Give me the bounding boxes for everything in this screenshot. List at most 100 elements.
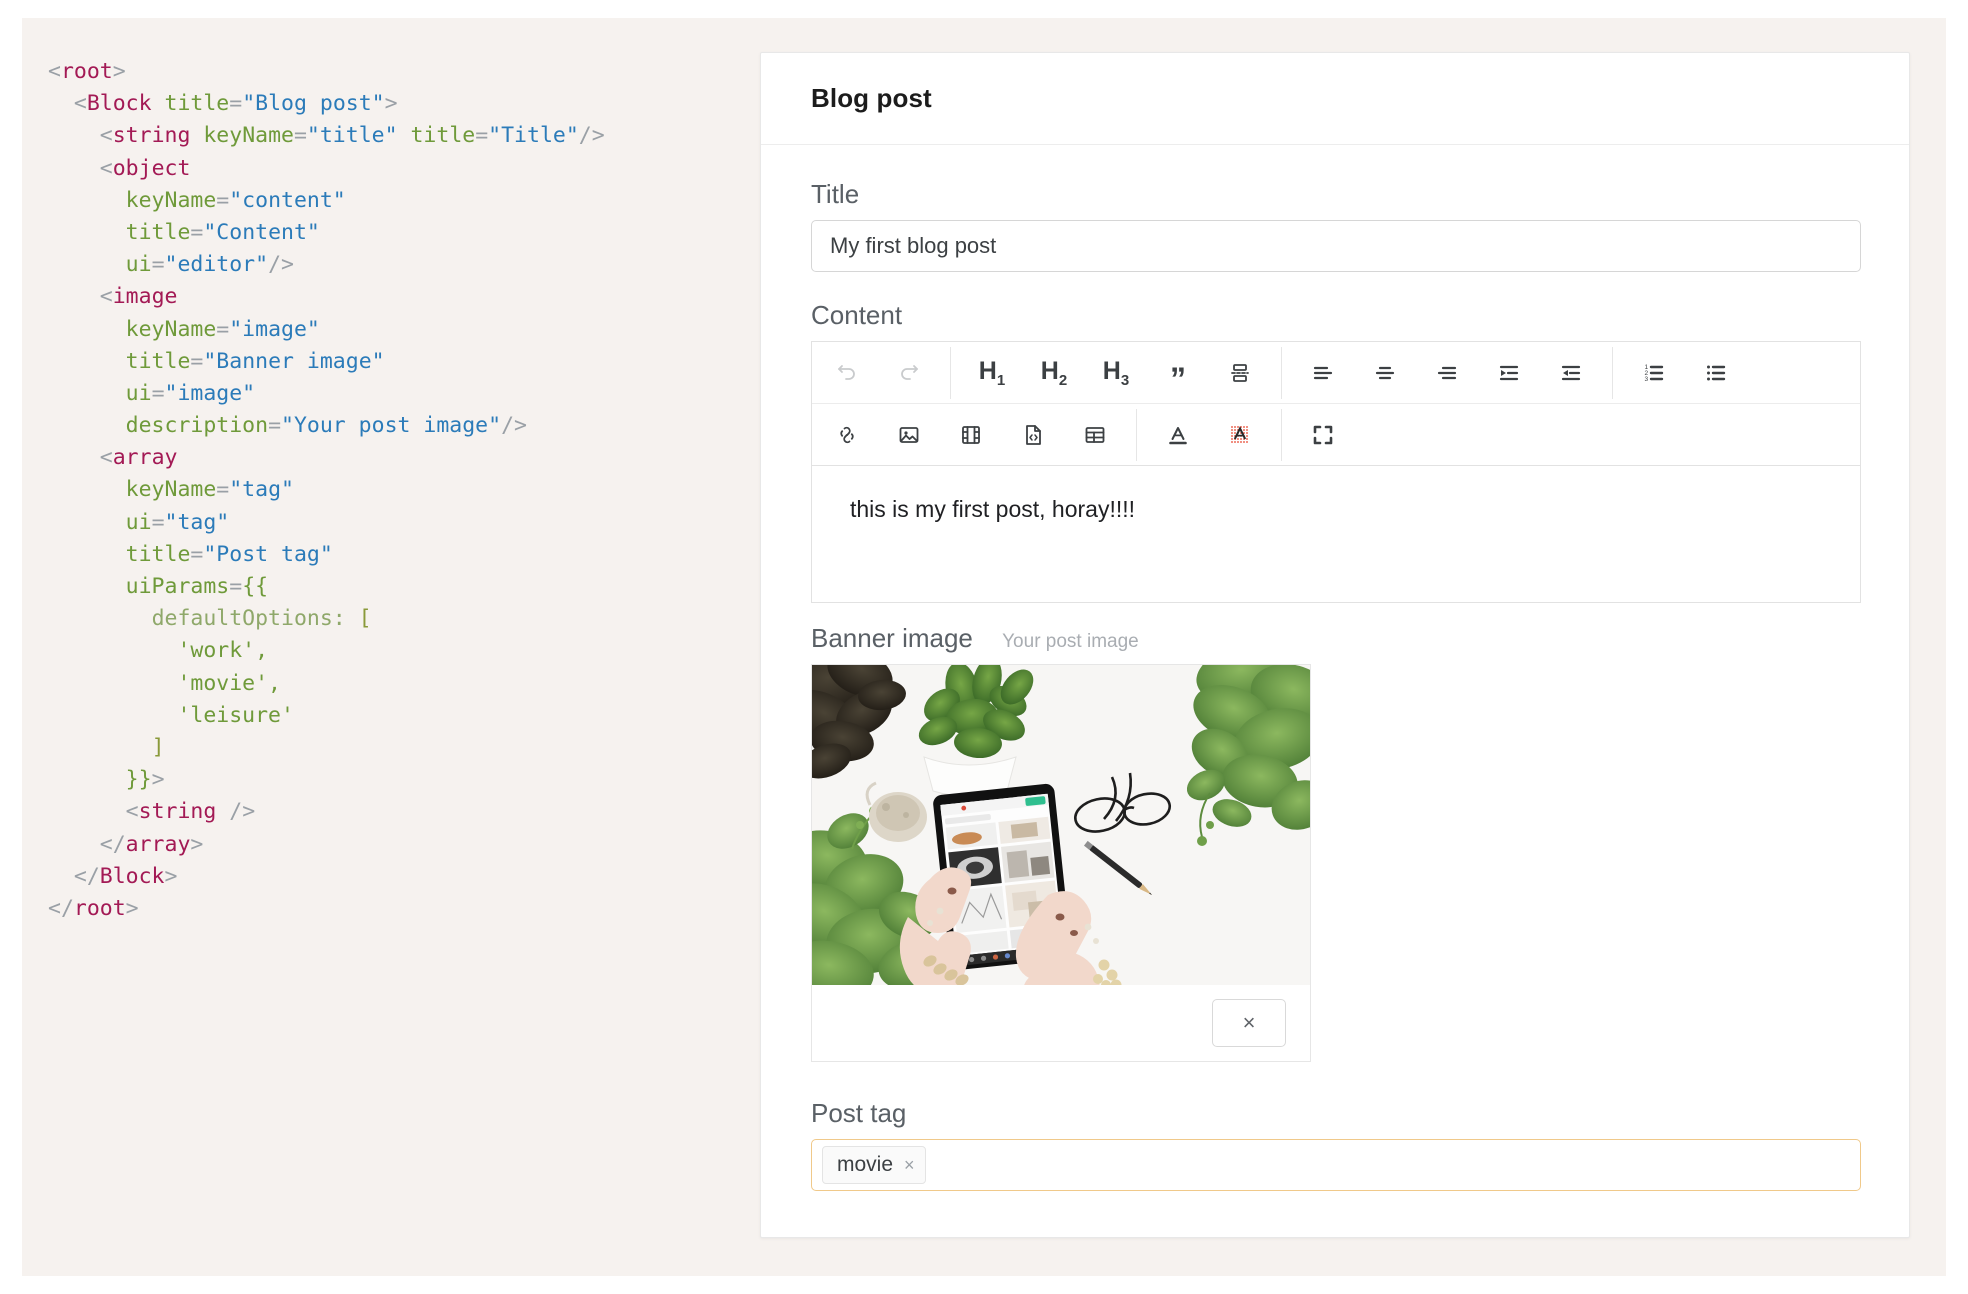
undo-icon[interactable] (816, 347, 878, 399)
blockquote-icon[interactable]: ” (1147, 347, 1209, 399)
heading-1-icon[interactable]: H1 (961, 347, 1023, 399)
code-token-punc: = (229, 574, 243, 599)
text-color-icon[interactable] (1147, 409, 1209, 461)
image-field-description: Your post image (1002, 631, 1139, 652)
code-line: ui="editor"/> (48, 249, 738, 281)
align-center-icon[interactable] (1354, 347, 1416, 399)
code-line: <array (48, 442, 738, 474)
bullet-list-icon[interactable] (1685, 347, 1747, 399)
image-actions: × (812, 985, 1310, 1061)
code-token-punc: > (125, 895, 139, 921)
code-token-punc: = (268, 413, 282, 439)
code-token-punc: < (73, 91, 87, 117)
code-token-str: "image" (164, 380, 256, 406)
image-preview-thumbnail[interactable] (812, 665, 1310, 985)
code-token-tag: array (112, 445, 178, 471)
code-token-str: "Your post image" (281, 413, 502, 439)
video-icon[interactable] (940, 409, 1002, 461)
app-background: <root> <Block title="Blog post"> <string… (22, 18, 1946, 1276)
heading-3-icon[interactable]: H3 (1085, 347, 1147, 399)
toolbar-separator (1281, 408, 1282, 461)
code-line: defaultOptions: [ (48, 603, 738, 635)
code-token-key: defaultOptions: (151, 606, 359, 632)
toolbar-separator (1281, 346, 1282, 399)
code-token-punc: < (99, 123, 113, 149)
form-card-body: Title Content H1H2H3” 123 this is my firs… (761, 145, 1909, 1191)
title-input[interactable] (811, 220, 1861, 272)
schema-code-block: <root> <Block title="Blog post"> <string… (48, 56, 738, 925)
toolbar-separator (1136, 408, 1137, 461)
image-field-label: Banner image Your post image (811, 623, 1859, 654)
page-break-icon[interactable] (1209, 347, 1271, 399)
tag-input[interactable]: movie × (811, 1139, 1861, 1191)
code-token-punc: > (164, 863, 178, 889)
code-token-punc: < (99, 445, 113, 471)
code-token-punc: > (151, 767, 165, 793)
editor-content-area[interactable]: this is my first post, horay!!!! (812, 466, 1860, 602)
code-token-attr: keyName (125, 187, 217, 213)
code-token-punc: /> (501, 413, 527, 439)
banner-image-illustration (812, 665, 1310, 985)
tag-chip-remove-icon[interactable]: × (904, 1155, 915, 1176)
code-line: <root> (48, 56, 738, 88)
title-field-label: Title (811, 179, 860, 209)
code-token-punc: </ (73, 863, 100, 889)
code-token-brace: {{ (242, 574, 269, 599)
code-token-brace: }} (125, 767, 152, 793)
code-token-punc: = (190, 219, 204, 245)
code-token-attr: keyName (125, 316, 217, 342)
table-icon[interactable] (1064, 409, 1126, 461)
code-block-icon[interactable] (1002, 409, 1064, 461)
code-line: ui="image" (48, 378, 738, 410)
code-token-attr: title (125, 348, 191, 374)
code-token-brk: ] (151, 734, 165, 760)
code-token-str: "Content" (203, 219, 320, 245)
remove-image-button[interactable]: × (1212, 999, 1286, 1047)
link-icon[interactable] (816, 409, 878, 461)
field-banner-image: Banner image Your post image × (811, 623, 1859, 1062)
code-token-str: "Banner image" (203, 348, 385, 374)
code-token-brk: [ (358, 606, 372, 632)
code-token-tag: array (125, 831, 191, 857)
outdent-icon[interactable] (1540, 347, 1602, 399)
code-token-tag: object (112, 155, 191, 181)
code-line: ui="tag" (48, 507, 738, 539)
code-line: title="Post tag" (48, 539, 738, 571)
code-line: <Block title="Blog post"> (48, 88, 738, 120)
code-token-tag: root (60, 59, 113, 84)
indent-icon[interactable] (1478, 347, 1540, 399)
align-right-icon[interactable] (1416, 347, 1478, 399)
code-token-punc: /> (268, 252, 294, 278)
rich-text-editor: H1 H2 H3” 1 2 3 this is my first post, horay!… (811, 341, 1861, 603)
tag-chip[interactable]: movie × (822, 1146, 926, 1184)
code-line: uiParams={{ (48, 571, 738, 603)
code-token-attr: description (125, 413, 269, 439)
highlight-color-icon[interactable] (1209, 409, 1271, 461)
code-line: keyName="image" (48, 314, 738, 346)
image-icon[interactable] (878, 409, 940, 461)
code-line: }}> (48, 764, 738, 796)
code-token-str: "tag" (164, 509, 230, 535)
heading-2-icon[interactable]: H2 (1023, 347, 1085, 399)
code-token-tag: Block (99, 863, 165, 889)
redo-icon[interactable] (878, 347, 940, 399)
fullscreen-icon[interactable] (1292, 409, 1354, 461)
field-post-tag: Post tag movie × (811, 1098, 1861, 1191)
code-token-str: "tag" (229, 477, 294, 503)
code-token-punc: /> (229, 799, 256, 825)
code-token-punc: < (125, 799, 139, 825)
code-token-punc: = (293, 123, 307, 149)
code-token-punc: = (216, 477, 230, 503)
align-left-icon[interactable] (1292, 347, 1354, 399)
ordered-list-icon[interactable]: 123 (1623, 347, 1685, 399)
